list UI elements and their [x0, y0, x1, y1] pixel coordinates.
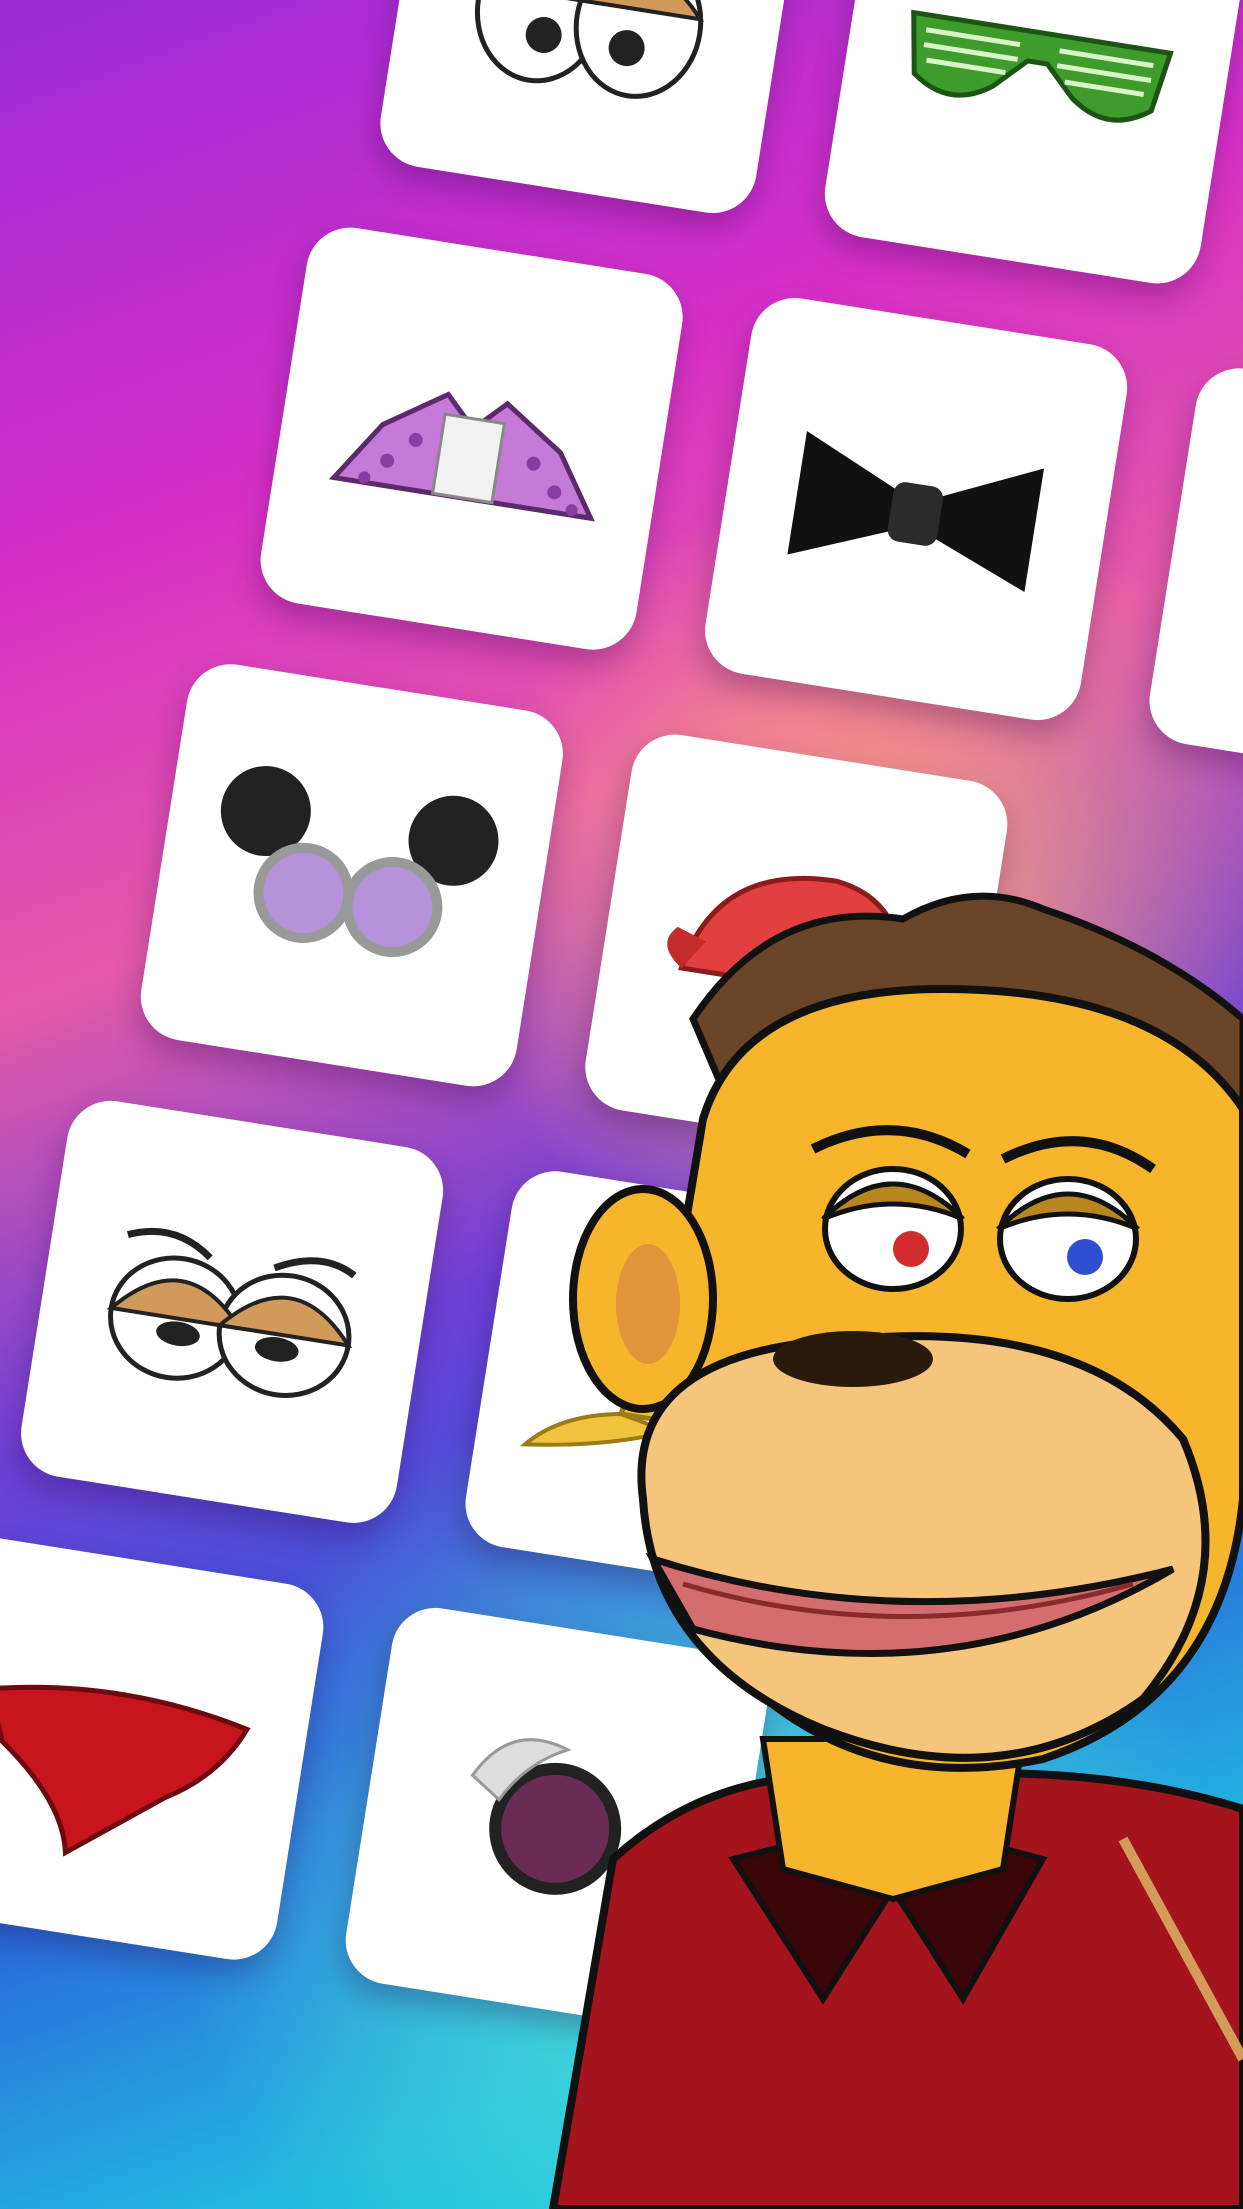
- item-card-floral-shirt[interactable]: [254, 221, 690, 657]
- sleepy-eyes-icon: [106, 1227, 357, 1398]
- promo-canvas: C: [0, 0, 1243, 2209]
- nostrils: [773, 1331, 933, 1387]
- letter-c-text: C: [1236, 466, 1243, 681]
- item-card-letter-c[interactable]: C: [1143, 362, 1243, 797]
- item-card-eyes-droopy[interactable]: [374, 0, 809, 220]
- ape-avatar-icon: [548, 892, 1243, 2209]
- green-shutter-shades-icon: [911, 9, 1174, 123]
- red-bandana-icon: [0, 1684, 251, 1857]
- item-card-shutter-shades[interactable]: [818, 0, 1243, 290]
- purple-floral-shirt-icon: [328, 391, 595, 522]
- yellow-letter-c-icon: C: [1234, 464, 1243, 683]
- muzzle: [637, 1332, 1210, 1762]
- item-card-sleepy-eyes[interactable]: [14, 1094, 450, 1530]
- mickey-ear-sunglasses-icon: [220, 766, 499, 958]
- item-card-mickey-glasses[interactable]: [134, 657, 570, 1093]
- black-bow-tie-icon: [787, 431, 1045, 593]
- item-card-bandana[interactable]: [0, 1531, 330, 1966]
- cartoon-eyes-droopy-icon: [474, 0, 705, 99]
- item-card-bow-tie[interactable]: [698, 291, 1134, 727]
